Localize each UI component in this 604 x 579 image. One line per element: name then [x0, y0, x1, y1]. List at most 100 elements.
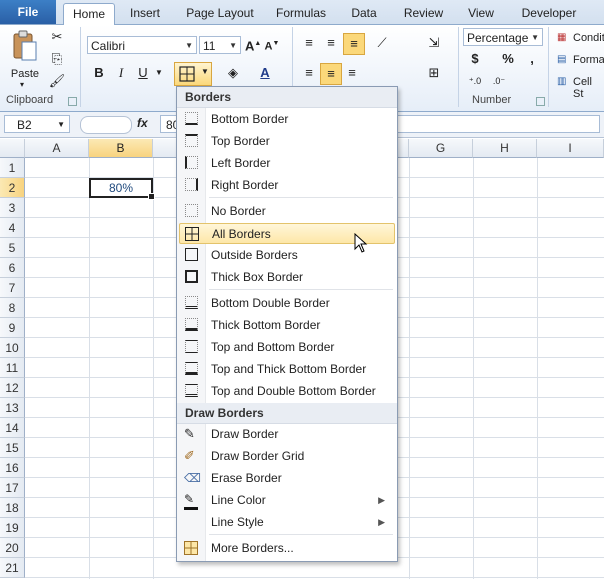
row-header[interactable]: 5: [0, 238, 25, 258]
tab-view[interactable]: View: [458, 3, 504, 24]
wrap-text-icon[interactable]: ⇲: [424, 33, 444, 53]
row-header[interactable]: 21: [0, 558, 25, 578]
menu-item-label: Top Border: [211, 134, 270, 148]
decrease-decimal-icon[interactable]: .0⁻: [490, 71, 508, 91]
menu-item-top-and-thick-bottom-border[interactable]: Top and Thick Bottom Border: [179, 359, 395, 380]
format-painter-icon[interactable]: 🖌: [48, 71, 66, 91]
row-header[interactable]: 13: [0, 398, 25, 418]
tab-home[interactable]: Home: [63, 3, 115, 26]
fill-color-icon[interactable]: ◈: [224, 63, 242, 83]
row-header[interactable]: 3: [0, 198, 25, 218]
cell-styles-button[interactable]: ▥ Cell St: [554, 73, 604, 100]
row-header[interactable]: 19: [0, 518, 25, 538]
row-header[interactable]: 7: [0, 278, 25, 298]
menu-item-top-and-double-bottom-border[interactable]: Top and Double Bottom Border: [179, 381, 395, 402]
tab-insert[interactable]: Insert: [120, 3, 170, 24]
menu-item-bottom-border[interactable]: Bottom Border: [179, 109, 395, 130]
orientation-icon[interactable]: ⟋: [372, 33, 392, 53]
bold-button[interactable]: B: [91, 63, 107, 83]
conditional-formatting-button[interactable]: ▦ Conditi: [554, 29, 604, 49]
menu-item-line-style[interactable]: Line Style ▶: [179, 512, 395, 533]
menu-item-line-color[interactable]: ✎ Line Color ▶: [179, 490, 395, 511]
mouse-pointer-icon: [354, 233, 368, 253]
column-header-b[interactable]: B: [89, 139, 153, 158]
align-left-icon[interactable]: ≡: [300, 63, 318, 83]
insert-function-icon[interactable]: fx: [137, 116, 148, 130]
row-header[interactable]: 8: [0, 298, 25, 318]
align-bottom-icon[interactable]: ≡: [343, 33, 365, 55]
menu-item-erase-border[interactable]: ⌫ Erase Border: [179, 468, 395, 489]
row-header[interactable]: 6: [0, 258, 25, 278]
menu-header-borders: Borders: [177, 87, 397, 108]
row-header[interactable]: 11: [0, 358, 25, 378]
selected-cell-b2[interactable]: 80%: [89, 178, 155, 200]
row-header[interactable]: 20: [0, 538, 25, 558]
column-header-a[interactable]: A: [25, 139, 89, 158]
row-header[interactable]: 2: [0, 178, 25, 198]
row-header[interactable]: 4: [0, 218, 25, 238]
comma-button[interactable]: ,: [526, 49, 538, 69]
number-format-combo[interactable]: Percentage ▼: [463, 28, 543, 46]
align-right-icon[interactable]: ≡: [343, 63, 361, 83]
select-all-corner[interactable]: [0, 139, 25, 158]
currency-button[interactable]: $: [467, 49, 483, 69]
menu-item-draw-border-grid[interactable]: ✐ Draw Border Grid: [179, 446, 395, 467]
font-size-combo[interactable]: 11 ▼: [199, 36, 241, 54]
menu-item-top-border[interactable]: Top Border: [179, 131, 395, 152]
tab-formulas[interactable]: Formulas: [270, 3, 332, 24]
shrink-font-icon[interactable]: A▼: [264, 34, 280, 57]
font-name-combo[interactable]: Calibri ▼: [87, 36, 197, 54]
borders-button[interactable]: ▼: [174, 62, 212, 86]
menu-item-right-border[interactable]: Right Border: [179, 175, 395, 196]
format-as-table-button[interactable]: ▤ Forma: [554, 51, 604, 71]
menu-item-top-and-bottom-border[interactable]: Top and Bottom Border: [179, 337, 395, 358]
number-dialog-launcher[interactable]: [536, 97, 545, 106]
chevron-down-icon: ▼: [201, 67, 209, 76]
clipboard-dialog-launcher[interactable]: [68, 97, 77, 106]
paste-button[interactable]: Paste ▾: [6, 29, 44, 91]
tab-data[interactable]: Data: [341, 3, 387, 24]
font-size-value: 11: [203, 39, 216, 53]
chevron-down-icon: ▼: [57, 120, 65, 129]
column-header-i[interactable]: I: [537, 139, 604, 158]
row-header[interactable]: 16: [0, 458, 25, 478]
name-box[interactable]: B2 ▼: [4, 115, 70, 133]
increase-decimal-icon[interactable]: ⁺.0: [466, 71, 484, 91]
chevron-down-icon[interactable]: ▼: [154, 63, 164, 83]
menu-item-bottom-double-border[interactable]: Bottom Double Border: [179, 293, 395, 314]
copy-icon[interactable]: ⎘: [48, 49, 66, 69]
tab-review[interactable]: Review: [396, 3, 451, 24]
row-header[interactable]: 10: [0, 338, 25, 358]
column-header-g[interactable]: G: [409, 139, 473, 158]
underline-button[interactable]: U: [135, 63, 151, 83]
menu-item-thick-bottom-border[interactable]: Thick Bottom Border: [179, 315, 395, 336]
menu-item-draw-border[interactable]: ✎ Draw Border: [179, 424, 395, 445]
row-header[interactable]: 18: [0, 498, 25, 518]
percent-button[interactable]: %: [500, 49, 516, 69]
merge-center-icon[interactable]: ⊞: [424, 63, 444, 83]
tab-file[interactable]: File: [0, 0, 56, 24]
formula-bar-splitter[interactable]: [80, 116, 132, 134]
row-header[interactable]: 1: [0, 158, 25, 178]
tab-page-layout[interactable]: Page Layout: [180, 3, 260, 24]
grow-font-icon[interactable]: A▲: [245, 34, 261, 56]
italic-button[interactable]: I: [113, 63, 129, 83]
grid-line: [25, 577, 604, 578]
menu-item-thick-box-border[interactable]: Thick Box Border: [179, 267, 395, 288]
menu-item-more-borders[interactable]: More Borders...: [179, 538, 395, 559]
column-header-h[interactable]: H: [473, 139, 537, 158]
align-center-icon[interactable]: ≡: [320, 63, 342, 85]
cut-icon[interactable]: ✂: [48, 27, 66, 47]
row-header[interactable]: 15: [0, 438, 25, 458]
row-header[interactable]: 12: [0, 378, 25, 398]
chevron-down-icon: ▼: [229, 41, 237, 50]
align-top-icon[interactable]: ≡: [300, 33, 318, 53]
row-header[interactable]: 17: [0, 478, 25, 498]
font-color-icon[interactable]: A: [256, 63, 274, 83]
align-middle-icon[interactable]: ≡: [322, 33, 340, 53]
menu-item-left-border[interactable]: Left Border: [179, 153, 395, 174]
row-header[interactable]: 14: [0, 418, 25, 438]
menu-item-no-border[interactable]: No Border: [179, 201, 395, 222]
row-header[interactable]: 9: [0, 318, 25, 338]
tab-developer[interactable]: Developer: [514, 3, 584, 24]
